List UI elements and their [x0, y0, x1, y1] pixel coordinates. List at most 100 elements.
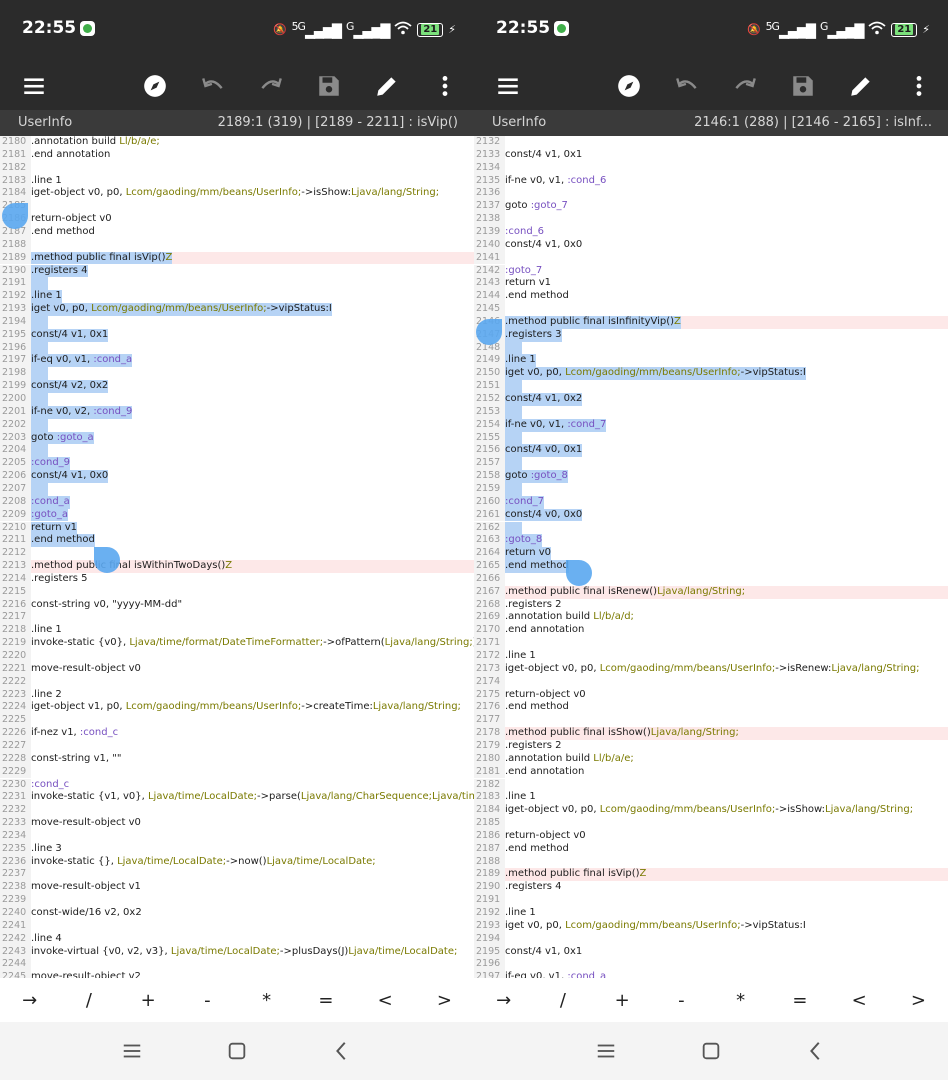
code-line[interactable]: 2197 if-eq v0, v1, :cond_a: [0, 354, 474, 368]
code-line[interactable]: 2149 .line 1: [474, 354, 948, 368]
code-line[interactable]: 2172 .line 1: [474, 650, 948, 663]
more-vert-icon[interactable]: [427, 68, 463, 104]
code-line[interactable]: 2156 const/4 v0, 0x1: [474, 444, 948, 458]
code-line[interactable]: 2193 iget v0, p0, Lcom/gaoding/mm/beans/…: [0, 303, 474, 316]
code-line[interactable]: 2139 :cond_6: [474, 225, 948, 239]
undo-icon[interactable]: [669, 68, 705, 104]
save-icon[interactable]: [785, 68, 821, 104]
code-line[interactable]: 2201 if-ne v0, v2, :cond_9: [0, 405, 474, 419]
code-line[interactable]: 2186 return-object v0: [474, 829, 948, 843]
code-line[interactable]: 2184 iget-object v0, p0, Lcom/gaoding/mm…: [0, 187, 474, 201]
code-line[interactable]: 2219 invoke-static {v0}, Ljava/time/form…: [0, 637, 474, 650]
code-line[interactable]: 2141: [474, 251, 948, 265]
code-line[interactable]: 2204: [0, 444, 474, 458]
symbol-key[interactable]: <: [356, 978, 415, 1022]
code-line[interactable]: 2174: [474, 675, 948, 689]
code-line[interactable]: 2183 .line 1: [0, 174, 474, 188]
code-line[interactable]: 2189 .method public final isVip()Z: [474, 868, 948, 882]
code-line[interactable]: 2150 iget v0, p0, Lcom/gaoding/mm/beans/…: [474, 367, 948, 381]
symbol-key[interactable]: -: [652, 978, 711, 1022]
code-line[interactable]: 2244: [0, 958, 474, 972]
selection-end-handle[interactable]: [94, 547, 120, 574]
code-line[interactable]: 2171: [474, 637, 948, 650]
code-line[interactable]: 2185: [0, 200, 474, 214]
code-line[interactable]: 2195 const/4 v1, 0x1: [474, 945, 948, 959]
code-line[interactable]: 2190 .registers 4: [0, 264, 474, 278]
code-line[interactable]: 2146.method public final isInfinityVip()…: [474, 315, 948, 329]
code-line[interactable]: 2206 const/4 v1, 0x0: [0, 470, 474, 483]
code-line[interactable]: 2152 const/4 v1, 0x2: [474, 393, 948, 406]
code-line[interactable]: 2153: [474, 405, 948, 419]
symbol-key[interactable]: +: [119, 978, 178, 1022]
code-line[interactable]: 2181 .end annotation: [474, 765, 948, 779]
code-line[interactable]: 2223 .line 2: [0, 688, 474, 702]
code-line[interactable]: 2218 .line 1: [0, 624, 474, 638]
code-line[interactable]: 2158 goto :goto_8: [474, 470, 948, 483]
code-line[interactable]: 2228 const-string v1, "": [0, 752, 474, 766]
code-line[interactable]: 2191: [474, 894, 948, 907]
selection-start-handle[interactable]: [476, 318, 502, 345]
code-line[interactable]: 2134: [474, 161, 948, 175]
code-line[interactable]: 2200: [0, 393, 474, 406]
code-line[interactable]: 2180 .annotation build Ll/b/a/e;: [0, 136, 474, 149]
symbol-key[interactable]: +: [593, 978, 652, 1022]
code-line[interactable]: 2220: [0, 650, 474, 663]
code-line[interactable]: 2234: [0, 829, 474, 843]
code-line[interactable]: 2213 .method public final isWithinTwoDays…: [0, 560, 474, 573]
code-line[interactable]: 2189 .method public final isVip()Z: [0, 251, 474, 265]
redo-icon[interactable]: [727, 68, 763, 104]
code-line[interactable]: 2157: [474, 457, 948, 471]
code-line[interactable]: 2217: [0, 611, 474, 625]
edit-icon[interactable]: [843, 68, 879, 104]
code-line[interactable]: 2241: [0, 919, 474, 933]
symbol-key[interactable]: *: [237, 978, 296, 1022]
code-line[interactable]: 2167 .method public final isRenew()Ljava/…: [474, 585, 948, 599]
code-line[interactable]: 2133 const/4 v1, 0x1: [474, 148, 948, 162]
code-line[interactable]: 2148: [474, 341, 948, 355]
code-line[interactable]: 2137 goto :goto_7: [474, 200, 948, 214]
code-line[interactable]: 2237: [0, 868, 474, 882]
code-line[interactable]: 2136: [474, 187, 948, 201]
save-icon[interactable]: [311, 68, 347, 104]
more-vert-icon[interactable]: [901, 68, 937, 104]
compass-icon[interactable]: [611, 68, 647, 104]
code-line[interactable]: 2212: [0, 547, 474, 561]
code-line[interactable]: 2138: [474, 213, 948, 226]
redo-icon[interactable]: [253, 68, 289, 104]
code-line[interactable]: 2226 if-nez v1, :cond_c: [0, 727, 474, 740]
code-line[interactable]: 2214 .registers 5: [0, 572, 474, 586]
compass-icon[interactable]: [137, 68, 173, 104]
code-line[interactable]: 2225: [0, 714, 474, 728]
code-line[interactable]: 2203 goto :goto_a: [0, 431, 474, 445]
back-icon[interactable]: [330, 1039, 354, 1063]
recents-icon[interactable]: [594, 1039, 618, 1063]
code-line[interactable]: 2187 .end method: [474, 842, 948, 856]
code-line[interactable]: 2191: [0, 277, 474, 291]
code-line[interactable]: 2135 if-ne v0, v1, :cond_6: [474, 174, 948, 188]
symbol-key[interactable]: =: [770, 978, 829, 1022]
menu-icon[interactable]: [490, 68, 526, 104]
code-line[interactable]: 2208 :cond_a: [0, 495, 474, 509]
code-line[interactable]: 2197 if-eq v0, v1, :cond_a: [474, 971, 948, 978]
code-line[interactable]: 2227: [0, 739, 474, 753]
code-line[interactable]: 2132: [474, 136, 948, 149]
code-line[interactable]: 2140 const/4 v1, 0x0: [474, 238, 948, 252]
code-line[interactable]: 2166: [474, 572, 948, 586]
code-line[interactable]: 2242 .line 4: [0, 932, 474, 946]
code-line[interactable]: 2192 .line 1: [0, 290, 474, 304]
code-line[interactable]: 2185: [474, 817, 948, 830]
code-line[interactable]: 2178 .method public final isShow()Ljava/l…: [474, 727, 948, 740]
code-line[interactable]: 2186 return-object v0: [0, 213, 474, 226]
code-line[interactable]: 2151: [474, 380, 948, 393]
selection-end-handle[interactable]: [566, 560, 592, 587]
home-icon[interactable]: [225, 1039, 249, 1063]
code-line[interactable]: 2194: [474, 932, 948, 946]
code-line[interactable]: 2182: [0, 161, 474, 175]
code-line[interactable]: 2210 return v1: [0, 521, 474, 535]
code-line[interactable]: 2175 return-object v0: [474, 688, 948, 702]
code-line[interactable]: 2170 .end annotation: [474, 624, 948, 638]
symbol-key[interactable]: /: [59, 978, 118, 1022]
home-icon[interactable]: [699, 1039, 723, 1063]
code-line[interactable]: 2194: [0, 315, 474, 329]
code-line[interactable]: 2163 :goto_8: [474, 534, 948, 548]
